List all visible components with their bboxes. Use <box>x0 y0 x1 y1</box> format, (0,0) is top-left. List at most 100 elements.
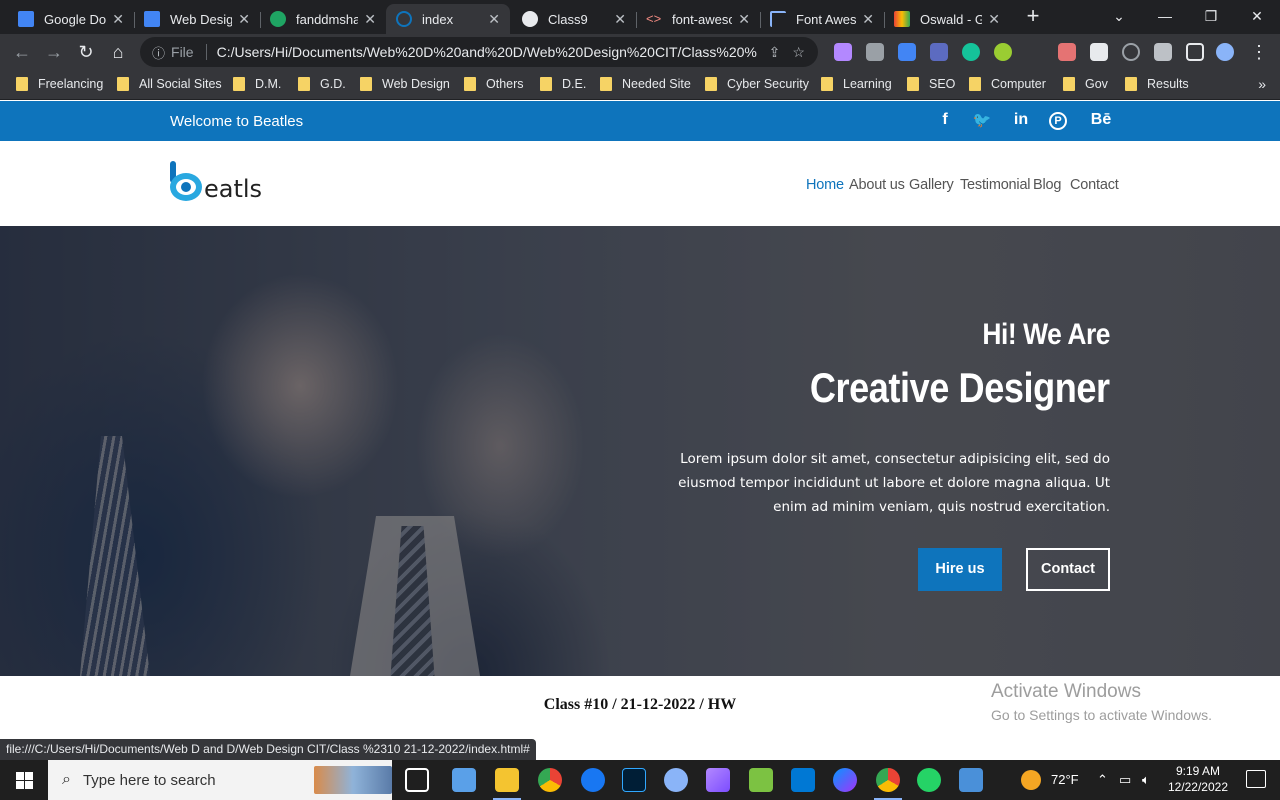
close-icon[interactable]: ✕ <box>614 11 626 28</box>
web-page: Welcome to Beatles f 🐦 in P Bē eatls Hom… <box>0 101 1280 738</box>
pinterest-icon[interactable]: P <box>1049 112 1067 130</box>
bookmark-folder[interactable]: G.D. <box>298 77 346 91</box>
minimize-button[interactable]: — <box>1142 0 1188 32</box>
side-panel-icon[interactable] <box>1186 43 1204 61</box>
tab-font-awesome-code[interactable]: <> font-aweso ✕ <box>636 4 761 34</box>
taskbar-search[interactable]: ⌕ Type here to search <box>48 760 392 800</box>
twitter-icon[interactable]: 🐦 <box>971 111 993 129</box>
vscode-icon[interactable] <box>791 768 815 792</box>
bookmark-folder[interactable]: Needed Site <box>600 77 691 91</box>
bookmark-folder[interactable]: Freelancing <box>16 77 103 91</box>
facebook-icon[interactable]: f <box>934 111 956 129</box>
forward-button[interactable]: → <box>42 40 66 64</box>
tab-web-design[interactable]: Web Design ✕ <box>134 4 261 34</box>
notes-extension-icon[interactable] <box>1090 43 1108 61</box>
close-window-button[interactable]: ✕ <box>1234 0 1280 32</box>
network-icon[interactable]: ▭ <box>1119 760 1131 800</box>
grammarly-extension-icon[interactable] <box>962 43 980 61</box>
behance-icon[interactable]: Bē <box>1088 111 1114 129</box>
close-icon[interactable]: ✕ <box>112 11 124 28</box>
puzzle-icon[interactable] <box>1154 43 1172 61</box>
photoshop-icon[interactable] <box>622 768 646 792</box>
bookmark-folder[interactable]: D.E. <box>540 77 586 91</box>
close-icon[interactable]: ✕ <box>364 11 376 28</box>
weather-sun-icon[interactable] <box>1021 770 1041 790</box>
bookmark-folder[interactable]: All Social Sites <box>117 77 222 91</box>
close-icon[interactable]: ✕ <box>862 11 874 28</box>
bookmark-folder[interactable]: Others <box>464 77 524 91</box>
close-icon[interactable]: ✕ <box>488 11 500 28</box>
task-view-icon[interactable] <box>405 768 429 792</box>
chrome-profile-icon[interactable] <box>664 768 688 792</box>
bookmark-folder[interactable]: Web Design <box>360 77 450 91</box>
photos-icon[interactable] <box>959 768 983 792</box>
start-button[interactable] <box>0 760 48 800</box>
compass-extension-icon[interactable] <box>1122 43 1140 61</box>
tab-search-button[interactable]: ⌄ <box>1096 0 1142 32</box>
activate-windows-subtitle: Go to Settings to activate Windows. <box>991 707 1212 723</box>
beatls-logo-mark <box>170 161 202 201</box>
nav-blog[interactable]: Blog <box>1033 177 1061 193</box>
google-docs-icon <box>144 11 160 27</box>
url-text[interactable]: C:/Users/Hi/Documents/Web%20D%20and%20D/… <box>217 44 757 60</box>
bookmark-folder[interactable]: Cyber Security <box>705 77 809 91</box>
desktop-app-icon[interactable] <box>452 768 476 792</box>
nav-gallery[interactable]: Gallery <box>909 177 954 193</box>
bookmark-folder[interactable]: Results <box>1125 77 1189 91</box>
bookmark-folder[interactable]: SEO <box>907 77 955 91</box>
hire-us-button[interactable]: Hire us <box>918 548 1002 591</box>
close-icon[interactable]: ✕ <box>738 11 750 28</box>
camera-extension-icon[interactable] <box>866 43 884 61</box>
nav-testimonial[interactable]: Testimonial <box>960 177 1031 193</box>
show-hidden-icons-chevron[interactable]: ⌃ <box>1097 760 1108 800</box>
close-icon[interactable]: ✕ <box>238 11 250 28</box>
pen-extension-icon[interactable] <box>1058 43 1076 61</box>
resize-extension-icon[interactable] <box>898 43 916 61</box>
volume-icon[interactable]: 🔈︎ <box>1142 760 1150 800</box>
nav-contact[interactable]: Contact <box>1070 177 1119 193</box>
contact-button[interactable]: Contact <box>1026 548 1110 591</box>
chrome-active-icon[interactable] <box>874 768 902 800</box>
translate-extension-icon[interactable] <box>930 43 948 61</box>
chrome-icon[interactable] <box>538 768 562 792</box>
bookmark-folder[interactable]: Gov <box>1063 77 1108 91</box>
feather-app-icon[interactable] <box>706 768 730 792</box>
bookmark-folder[interactable]: D.M. <box>233 77 281 91</box>
close-icon[interactable]: ✕ <box>988 11 1000 28</box>
nav-home[interactable]: Home <box>806 177 844 193</box>
bookmark-folder[interactable]: Learning <box>821 77 892 91</box>
share-icon[interactable]: ⇪ <box>769 44 781 61</box>
feather-extension-icon[interactable] <box>834 43 852 61</box>
weather-temp[interactable]: 72°F <box>1051 760 1079 800</box>
nav-about-us[interactable]: About us <box>849 177 905 193</box>
info-icon[interactable]: ⓘ <box>152 43 165 62</box>
tab-fanddmsha[interactable]: fanddmsha ✕ <box>260 4 386 34</box>
new-tab-button[interactable]: + <box>1019 5 1047 29</box>
lightbulb-extension-icon[interactable] <box>994 43 1012 61</box>
taskbar-clock[interactable]: 9:19 AM 12/22/2022 <box>1168 763 1228 795</box>
back-button[interactable]: ← <box>10 40 34 64</box>
bookmark-folder[interactable]: Computer <box>969 77 1046 91</box>
restore-button[interactable]: ❐ <box>1188 0 1234 32</box>
camtasia-icon[interactable] <box>749 768 773 792</box>
whatsapp-icon[interactable] <box>917 768 941 792</box>
notification-icon[interactable] <box>1246 770 1266 788</box>
tab-font-awesome[interactable]: Font Aweso ✕ <box>760 4 885 34</box>
tab-google-docs[interactable]: Google Doc ✕ <box>8 4 135 34</box>
home-button[interactable]: ⌂ <box>106 40 130 64</box>
site-logo[interactable]: eatls <box>170 161 262 201</box>
tab-oswald-google-fonts[interactable]: Oswald - G ✕ <box>884 4 1010 34</box>
address-bar[interactable]: ⓘ File C:/Users/Hi/Documents/Web%20D%20a… <box>140 37 818 67</box>
tab-class9[interactable]: Class9 ✕ <box>512 4 637 34</box>
messenger-icon[interactable] <box>833 768 857 792</box>
bookmark-star-icon[interactable]: ☆ <box>792 44 805 61</box>
facebook-app-icon[interactable] <box>581 768 605 792</box>
file-explorer-icon[interactable] <box>493 768 521 800</box>
profile-avatar[interactable] <box>1216 43 1234 61</box>
reload-button[interactable]: ↻ <box>74 40 98 64</box>
folder-icon <box>907 77 919 91</box>
tab-index[interactable]: index ✕ <box>386 4 510 34</box>
linkedin-icon[interactable]: in <box>1010 111 1032 129</box>
chrome-menu-icon[interactable]: ⋮ <box>1247 40 1271 64</box>
more-bookmarks-button[interactable]: » <box>1258 76 1266 92</box>
